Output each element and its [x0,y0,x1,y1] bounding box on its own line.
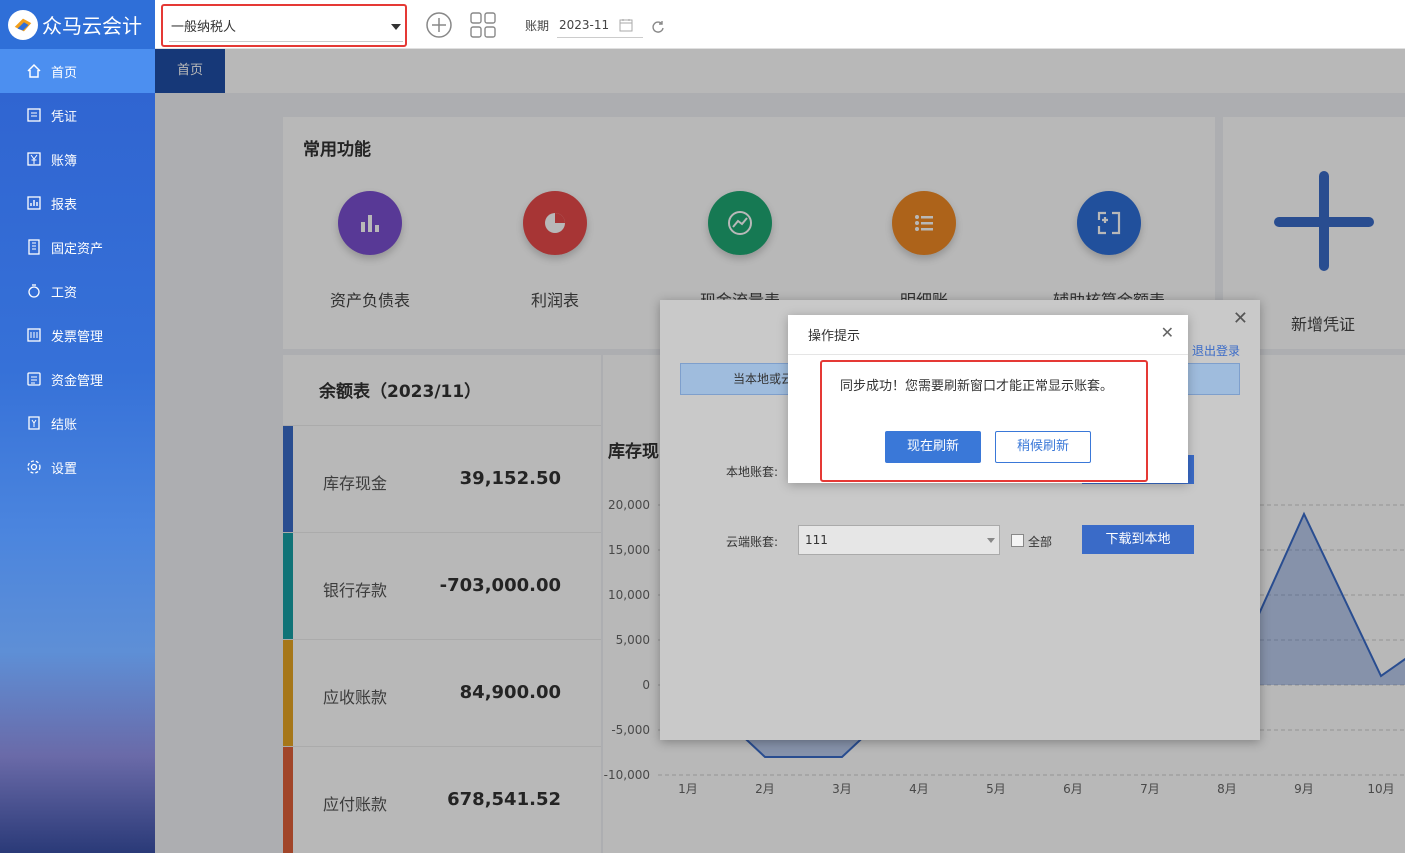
sidebar-item-voucher[interactable]: 凭证 [0,93,155,137]
download-button[interactable]: 下载到本地 [1082,525,1194,554]
divider [788,354,1188,355]
sidebar-item-label: 设置 [51,461,78,477]
refresh-now-button[interactable]: 现在刷新 [885,431,981,463]
app-name: 众马云会计 [42,14,142,38]
add-circle-icon[interactable] [426,12,452,38]
close-account-icon [26,415,42,431]
sidebar-item-label: 发票管理 [51,329,104,345]
sidebar-item-label: 首页 [51,65,78,81]
top-bar: 众马云会计 一般纳税人 账期 2023-11 [0,0,1405,49]
logout-link[interactable]: 退出登录 [1192,342,1240,359]
sidebar-item-label: 固定资产 [51,241,104,257]
sidebar-item-salary[interactable]: 工资 [0,269,155,313]
app-logo: 众马云会计 [0,0,155,49]
close-icon[interactable]: ✕ [1161,323,1174,342]
refresh-later-button[interactable]: 稍候刷新 [995,431,1091,463]
all-checkbox-label: 全部 [1028,535,1053,549]
close-icon[interactable]: ✕ [1233,308,1248,329]
fund-icon [26,371,42,387]
period-label: 账期 [525,19,550,33]
grid-apps-icon[interactable] [470,12,496,38]
sidebar-item-settings[interactable]: 设置 [0,445,155,489]
chevron-down-icon [987,538,995,543]
all-checkbox[interactable] [1011,534,1024,547]
modal-mask-top [155,49,1405,93]
cloud-account-label: 云端账套: [726,535,779,549]
chevron-down-icon [391,24,401,30]
confirm-dialog: 操作提示 ✕ 同步成功！您需要刷新窗口才能正常显示账套。 现在刷新 稍候刷新 [788,315,1188,483]
logo-icon [8,9,38,40]
invoice-icon [26,327,42,343]
sidebar-item-fixed-assets[interactable]: 固定资产 [0,225,155,269]
company-type-value: 一般纳税人 [169,14,403,42]
sidebar-item-invoice[interactable]: 发票管理 [0,313,155,357]
yen-icon [26,151,42,167]
sidebar-item-label: 报表 [51,197,78,213]
sidebar-item-label: 资金管理 [51,373,104,389]
report-icon [26,195,42,211]
sidebar-item-close-account[interactable]: 结账 [0,401,155,445]
salary-icon [26,283,42,299]
cloud-account-select[interactable]: 111 [798,525,1000,555]
confirm-message: 同步成功！您需要刷新窗口才能正常显示账套。 [840,379,1114,394]
sidebar-item-label: 工资 [51,285,78,301]
voucher-icon [26,107,42,123]
sidebar: 首页 凭证 账簿 报表 固定资产 工资 发票管理 资金管理 结账 设置 [0,49,155,853]
home-icon [26,63,42,79]
cloud-account-value: 111 [805,533,828,547]
sidebar-item-home[interactable]: 首页 [0,49,155,93]
confirm-title: 操作提示 [808,329,861,344]
sidebar-item-label: 结账 [51,417,78,433]
gear-icon [26,459,42,475]
calendar-icon[interactable] [619,18,633,36]
sidebar-item-fund[interactable]: 资金管理 [0,357,155,401]
sidebar-item-report[interactable]: 报表 [0,181,155,225]
asset-icon [26,239,42,255]
refresh-icon[interactable] [651,20,665,38]
local-account-label: 本地账套: [726,465,779,479]
sidebar-item-label: 凭证 [51,109,78,125]
sidebar-item-label: 账簿 [51,153,78,169]
company-type-select[interactable]: 一般纳税人 [161,4,407,47]
sidebar-item-ledger[interactable]: 账簿 [0,137,155,181]
